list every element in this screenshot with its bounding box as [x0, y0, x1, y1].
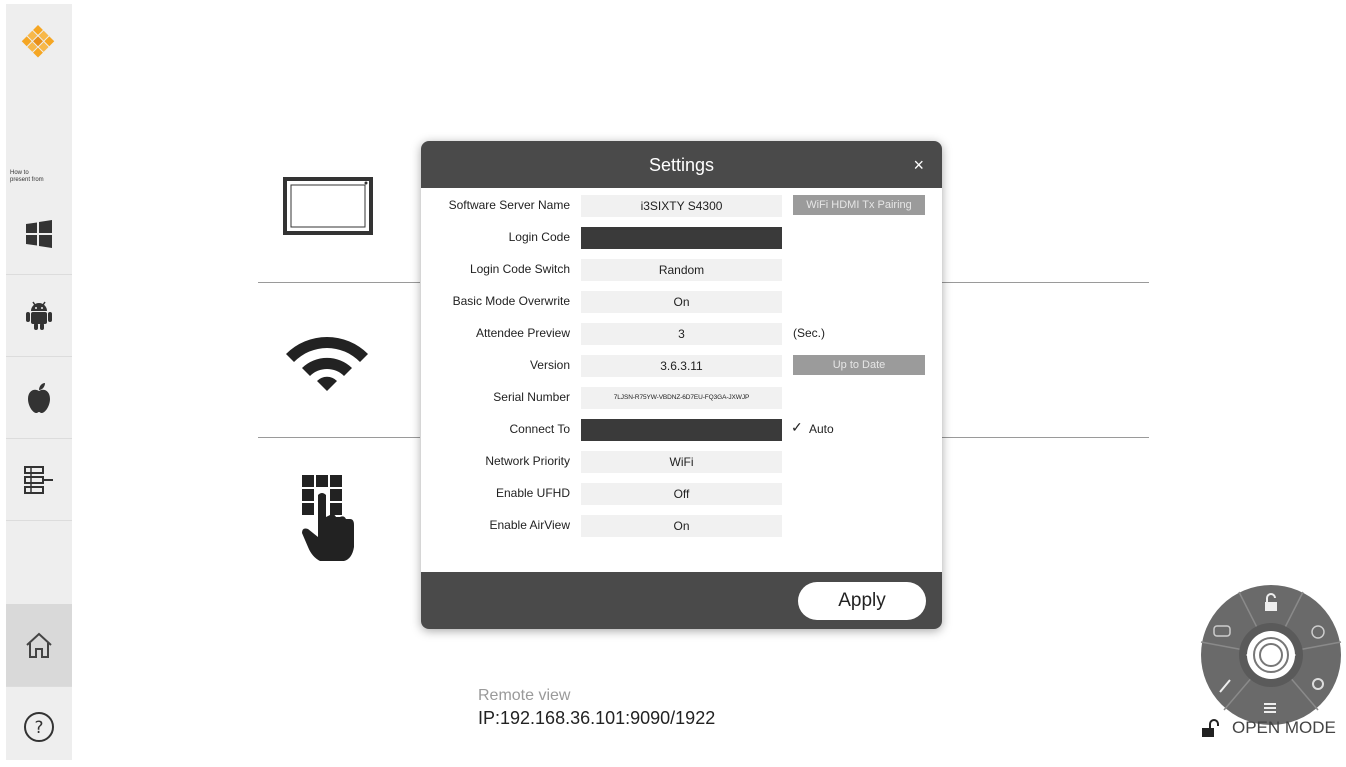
auto-label: Auto [809, 422, 834, 436]
settings-row-server-name: Software Server Name i3SIXTY S4300 WiFi … [421, 195, 942, 217]
open-mode-indicator[interactable]: OPEN MODE [1200, 716, 1346, 738]
connect-to-field[interactable] [581, 419, 782, 441]
row-label: Enable UFHD [495, 486, 570, 500]
apple-icon [28, 383, 50, 413]
sidebar-item-help[interactable]: ? [6, 687, 72, 767]
row-label: Login Code [508, 230, 570, 244]
settings-row-serial: Serial Number 7LJSN-R75YW-VBDNZ-6D7EU-FQ… [421, 387, 942, 409]
wifi-icon [282, 328, 372, 397]
up-to-date-button[interactable]: Up to Date [793, 355, 925, 375]
android-icon [26, 301, 52, 330]
open-mode-label: OPEN MODE [1232, 718, 1336, 737]
row-label: Enable AirView [489, 518, 571, 532]
sidebar: How to present from ? [6, 4, 72, 760]
home-icon [26, 632, 52, 658]
settings-row-ufhd: Enable UFHD Off [421, 483, 942, 505]
settings-dialog: Settings × Software Server Name i3SIXTY … [421, 141, 942, 629]
help-icon: ? [24, 712, 54, 742]
divider [258, 282, 420, 283]
sidebar-item-windows[interactable] [6, 194, 72, 275]
settings-row-basic-mode: Basic Mode Overwrite On [421, 291, 942, 313]
control-wheel[interactable] [1200, 584, 1342, 726]
windows-icon [26, 220, 52, 248]
divider [258, 437, 420, 438]
server-name-input[interactable]: i3SIXTY S4300 [581, 195, 782, 217]
enable-ufhd-toggle[interactable]: Off [581, 483, 782, 505]
settings-row-login-code-switch: Login Code Switch Random [421, 259, 942, 281]
enable-airview-toggle[interactable]: On [581, 515, 782, 537]
apply-button[interactable]: Apply [798, 582, 926, 620]
display-icon [283, 177, 373, 240]
row-label: Version [529, 358, 570, 372]
seconds-unit-label: (Sec.) [793, 326, 826, 340]
sidebar-item-home[interactable] [6, 604, 72, 687]
row-label: Software Server Name [448, 198, 570, 212]
row-label: Basic Mode Overwrite [452, 294, 570, 308]
settings-row-network-priority: Network Priority WiFi [421, 451, 942, 473]
remote-view-label: Remote view [478, 687, 571, 704]
sidebar-item-apple[interactable] [6, 358, 72, 439]
svg-text:?: ? [34, 718, 43, 738]
row-label: Login Code Switch [469, 262, 570, 276]
serial-number-value: 7LJSN-R75YW-VBDNZ-6D7EU-FQ3GA-JXWJP [581, 387, 782, 409]
sidebar-item-android[interactable] [6, 276, 72, 357]
divider [942, 282, 1149, 283]
settings-row-connect-to: Connect To ✓ Auto [421, 419, 942, 441]
dialog-header: Settings × [421, 141, 942, 188]
row-label: Serial Number [493, 390, 570, 404]
settings-row-login-code: Login Code [421, 227, 942, 249]
remote-ip-address: IP:192.168.36.101:9090/1922 [478, 708, 716, 728]
divider [942, 437, 1149, 438]
settings-row-version: Version 3.6.3.11 Up to Date [421, 355, 942, 377]
login-code-field[interactable] [581, 227, 782, 249]
keypad-touch-icon [298, 473, 358, 570]
dialog-title: Settings [648, 155, 715, 175]
sidebar-item-list-settings[interactable] [6, 440, 72, 521]
unlock-icon [1202, 719, 1219, 737]
network-priority-select[interactable]: WiFi [581, 451, 782, 473]
row-label: Connect To [509, 422, 571, 436]
dialog-footer: Apply [421, 572, 942, 629]
wifi-hdmi-pairing-button[interactable]: WiFi HDMI Tx Pairing [793, 195, 925, 215]
basic-mode-overwrite-toggle[interactable]: On [581, 291, 782, 313]
login-code-switch-select[interactable]: Random [581, 259, 782, 281]
row-label: Network Priority [485, 454, 570, 468]
version-value: 3.6.3.11 [581, 355, 782, 377]
close-icon[interactable]: × [913, 156, 924, 174]
settings-row-attendee-preview: Attendee Preview 3 (Sec.) [421, 323, 942, 345]
attendee-preview-input[interactable]: 3 [581, 323, 782, 345]
settings-row-airview: Enable AirView On [421, 515, 942, 537]
how-to-present-label: How to present from [10, 170, 44, 183]
auto-checkbox[interactable]: ✓ [791, 419, 803, 436]
row-label: Attendee Preview [475, 326, 570, 340]
list-settings-icon [24, 466, 53, 494]
app-logo [18, 22, 58, 62]
